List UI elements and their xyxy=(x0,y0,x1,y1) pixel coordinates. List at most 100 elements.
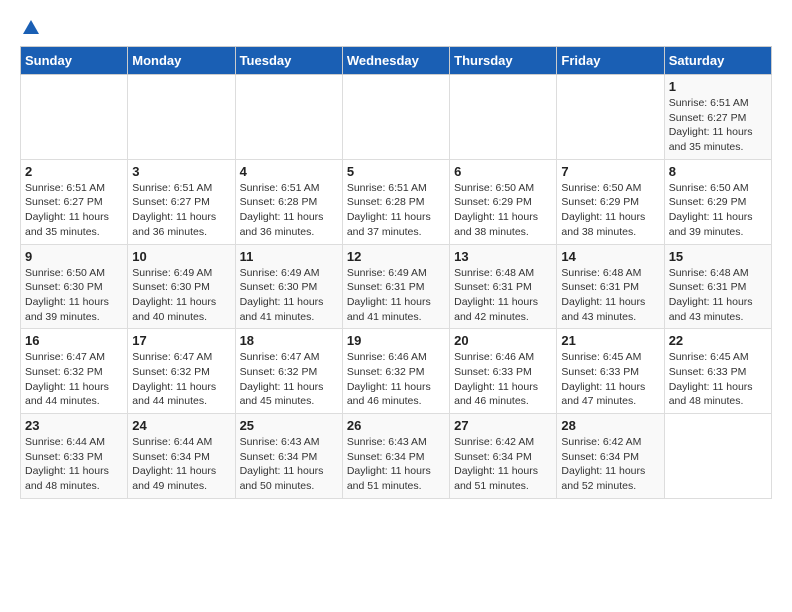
calendar-cell-w3d0: 16 Sunrise: 6:47 AM Sunset: 6:32 PM Dayli… xyxy=(21,329,128,414)
day-number: 18 xyxy=(240,333,338,348)
day-info: Sunrise: 6:44 AM Sunset: 6:34 PM Dayligh… xyxy=(132,435,230,494)
day-number: 14 xyxy=(561,249,659,264)
calendar-cell-w3d4: 20 Sunrise: 6:46 AM Sunset: 6:33 PM Dayli… xyxy=(450,329,557,414)
day-info: Sunrise: 6:46 AM Sunset: 6:33 PM Dayligh… xyxy=(454,350,552,409)
calendar-cell-w1d0: 2 Sunrise: 6:51 AM Sunset: 6:27 PM Daylig… xyxy=(21,159,128,244)
calendar-cell-w4d6 xyxy=(664,414,771,499)
calendar-cell-w1d6: 8 Sunrise: 6:50 AM Sunset: 6:29 PM Daylig… xyxy=(664,159,771,244)
day-info: Sunrise: 6:51 AM Sunset: 6:27 PM Dayligh… xyxy=(669,96,767,155)
calendar-cell-w1d1: 3 Sunrise: 6:51 AM Sunset: 6:27 PM Daylig… xyxy=(128,159,235,244)
day-info: Sunrise: 6:47 AM Sunset: 6:32 PM Dayligh… xyxy=(25,350,123,409)
day-number: 2 xyxy=(25,164,123,179)
calendar-cell-w3d2: 18 Sunrise: 6:47 AM Sunset: 6:32 PM Dayli… xyxy=(235,329,342,414)
day-info: Sunrise: 6:47 AM Sunset: 6:32 PM Dayligh… xyxy=(240,350,338,409)
calendar-cell-w2d6: 15 Sunrise: 6:48 AM Sunset: 6:31 PM Dayli… xyxy=(664,244,771,329)
day-of-week-monday: Monday xyxy=(128,47,235,75)
day-info: Sunrise: 6:45 AM Sunset: 6:33 PM Dayligh… xyxy=(561,350,659,409)
day-number: 19 xyxy=(347,333,445,348)
calendar-cell-w4d5: 28 Sunrise: 6:42 AM Sunset: 6:34 PM Dayli… xyxy=(557,414,664,499)
day-number: 5 xyxy=(347,164,445,179)
day-info: Sunrise: 6:51 AM Sunset: 6:28 PM Dayligh… xyxy=(240,181,338,240)
day-info: Sunrise: 6:49 AM Sunset: 6:31 PM Dayligh… xyxy=(347,266,445,325)
day-number: 1 xyxy=(669,79,767,94)
calendar-cell-w3d3: 19 Sunrise: 6:46 AM Sunset: 6:32 PM Dayli… xyxy=(342,329,449,414)
day-info: Sunrise: 6:47 AM Sunset: 6:32 PM Dayligh… xyxy=(132,350,230,409)
logo-triangle-icon xyxy=(22,18,40,36)
day-number: 25 xyxy=(240,418,338,433)
day-info: Sunrise: 6:51 AM Sunset: 6:27 PM Dayligh… xyxy=(25,181,123,240)
day-number: 3 xyxy=(132,164,230,179)
day-of-week-tuesday: Tuesday xyxy=(235,47,342,75)
calendar-cell-w2d3: 12 Sunrise: 6:49 AM Sunset: 6:31 PM Dayli… xyxy=(342,244,449,329)
calendar-cell-w3d1: 17 Sunrise: 6:47 AM Sunset: 6:32 PM Dayli… xyxy=(128,329,235,414)
calendar-cell-w0d6: 1 Sunrise: 6:51 AM Sunset: 6:27 PM Daylig… xyxy=(664,75,771,160)
calendar-cell-w1d3: 5 Sunrise: 6:51 AM Sunset: 6:28 PM Daylig… xyxy=(342,159,449,244)
calendar-cell-w4d4: 27 Sunrise: 6:42 AM Sunset: 6:34 PM Dayli… xyxy=(450,414,557,499)
calendar-cell-w0d4 xyxy=(450,75,557,160)
day-number: 9 xyxy=(25,249,123,264)
day-number: 12 xyxy=(347,249,445,264)
day-info: Sunrise: 6:46 AM Sunset: 6:32 PM Dayligh… xyxy=(347,350,445,409)
day-info: Sunrise: 6:48 AM Sunset: 6:31 PM Dayligh… xyxy=(669,266,767,325)
logo xyxy=(20,20,40,36)
calendar-cell-w2d0: 9 Sunrise: 6:50 AM Sunset: 6:30 PM Daylig… xyxy=(21,244,128,329)
day-number: 21 xyxy=(561,333,659,348)
day-of-week-wednesday: Wednesday xyxy=(342,47,449,75)
day-number: 24 xyxy=(132,418,230,433)
calendar-cell-w0d5 xyxy=(557,75,664,160)
day-info: Sunrise: 6:49 AM Sunset: 6:30 PM Dayligh… xyxy=(240,266,338,325)
day-info: Sunrise: 6:48 AM Sunset: 6:31 PM Dayligh… xyxy=(454,266,552,325)
day-number: 8 xyxy=(669,164,767,179)
day-number: 13 xyxy=(454,249,552,264)
calendar-cell-w3d6: 22 Sunrise: 6:45 AM Sunset: 6:33 PM Dayli… xyxy=(664,329,771,414)
calendar-cell-w1d2: 4 Sunrise: 6:51 AM Sunset: 6:28 PM Daylig… xyxy=(235,159,342,244)
day-info: Sunrise: 6:51 AM Sunset: 6:27 PM Dayligh… xyxy=(132,181,230,240)
day-number: 11 xyxy=(240,249,338,264)
day-of-week-friday: Friday xyxy=(557,47,664,75)
day-info: Sunrise: 6:43 AM Sunset: 6:34 PM Dayligh… xyxy=(240,435,338,494)
day-info: Sunrise: 6:50 AM Sunset: 6:29 PM Dayligh… xyxy=(669,181,767,240)
calendar-cell-w2d1: 10 Sunrise: 6:49 AM Sunset: 6:30 PM Dayli… xyxy=(128,244,235,329)
day-info: Sunrise: 6:45 AM Sunset: 6:33 PM Dayligh… xyxy=(669,350,767,409)
day-info: Sunrise: 6:43 AM Sunset: 6:34 PM Dayligh… xyxy=(347,435,445,494)
day-info: Sunrise: 6:50 AM Sunset: 6:29 PM Dayligh… xyxy=(454,181,552,240)
calendar-cell-w2d2: 11 Sunrise: 6:49 AM Sunset: 6:30 PM Dayli… xyxy=(235,244,342,329)
day-info: Sunrise: 6:42 AM Sunset: 6:34 PM Dayligh… xyxy=(454,435,552,494)
day-number: 23 xyxy=(25,418,123,433)
calendar-cell-w0d3 xyxy=(342,75,449,160)
day-number: 4 xyxy=(240,164,338,179)
day-info: Sunrise: 6:48 AM Sunset: 6:31 PM Dayligh… xyxy=(561,266,659,325)
day-number: 22 xyxy=(669,333,767,348)
calendar-table: SundayMondayTuesdayWednesdayThursdayFrid… xyxy=(20,46,772,499)
day-info: Sunrise: 6:42 AM Sunset: 6:34 PM Dayligh… xyxy=(561,435,659,494)
day-number: 16 xyxy=(25,333,123,348)
day-info: Sunrise: 6:50 AM Sunset: 6:30 PM Dayligh… xyxy=(25,266,123,325)
day-info: Sunrise: 6:51 AM Sunset: 6:28 PM Dayligh… xyxy=(347,181,445,240)
day-number: 17 xyxy=(132,333,230,348)
day-number: 26 xyxy=(347,418,445,433)
calendar-cell-w0d1 xyxy=(128,75,235,160)
day-of-week-thursday: Thursday xyxy=(450,47,557,75)
calendar-cell-w1d4: 6 Sunrise: 6:50 AM Sunset: 6:29 PM Daylig… xyxy=(450,159,557,244)
day-number: 15 xyxy=(669,249,767,264)
calendar-cell-w4d3: 26 Sunrise: 6:43 AM Sunset: 6:34 PM Dayli… xyxy=(342,414,449,499)
calendar-cell-w1d5: 7Sunrise: 6:50 AM Sunset: 6:29 PM Daylig… xyxy=(557,159,664,244)
day-of-week-saturday: Saturday xyxy=(664,47,771,75)
day-number: 27 xyxy=(454,418,552,433)
calendar-cell-w0d2 xyxy=(235,75,342,160)
calendar-cell-w2d5: 14 Sunrise: 6:48 AM Sunset: 6:31 PM Dayli… xyxy=(557,244,664,329)
calendar-cell-w4d2: 25 Sunrise: 6:43 AM Sunset: 6:34 PM Dayli… xyxy=(235,414,342,499)
day-number: 10 xyxy=(132,249,230,264)
day-number: 6 xyxy=(454,164,552,179)
day-number: 28 xyxy=(561,418,659,433)
calendar-cell-w3d5: 21 Sunrise: 6:45 AM Sunset: 6:33 PM Dayli… xyxy=(557,329,664,414)
calendar-cell-w4d0: 23Sunrise: 6:44 AM Sunset: 6:33 PM Dayli… xyxy=(21,414,128,499)
page-header xyxy=(20,20,772,36)
calendar-cell-w2d4: 13 Sunrise: 6:48 AM Sunset: 6:31 PM Dayli… xyxy=(450,244,557,329)
day-info: Sunrise: 6:49 AM Sunset: 6:30 PM Dayligh… xyxy=(132,266,230,325)
day-info: Sunrise: 6:50 AM Sunset: 6:29 PM Dayligh… xyxy=(561,181,659,240)
calendar-cell-w0d0 xyxy=(21,75,128,160)
day-number: 20 xyxy=(454,333,552,348)
calendar-cell-w4d1: 24 Sunrise: 6:44 AM Sunset: 6:34 PM Dayli… xyxy=(128,414,235,499)
day-of-week-sunday: Sunday xyxy=(21,47,128,75)
